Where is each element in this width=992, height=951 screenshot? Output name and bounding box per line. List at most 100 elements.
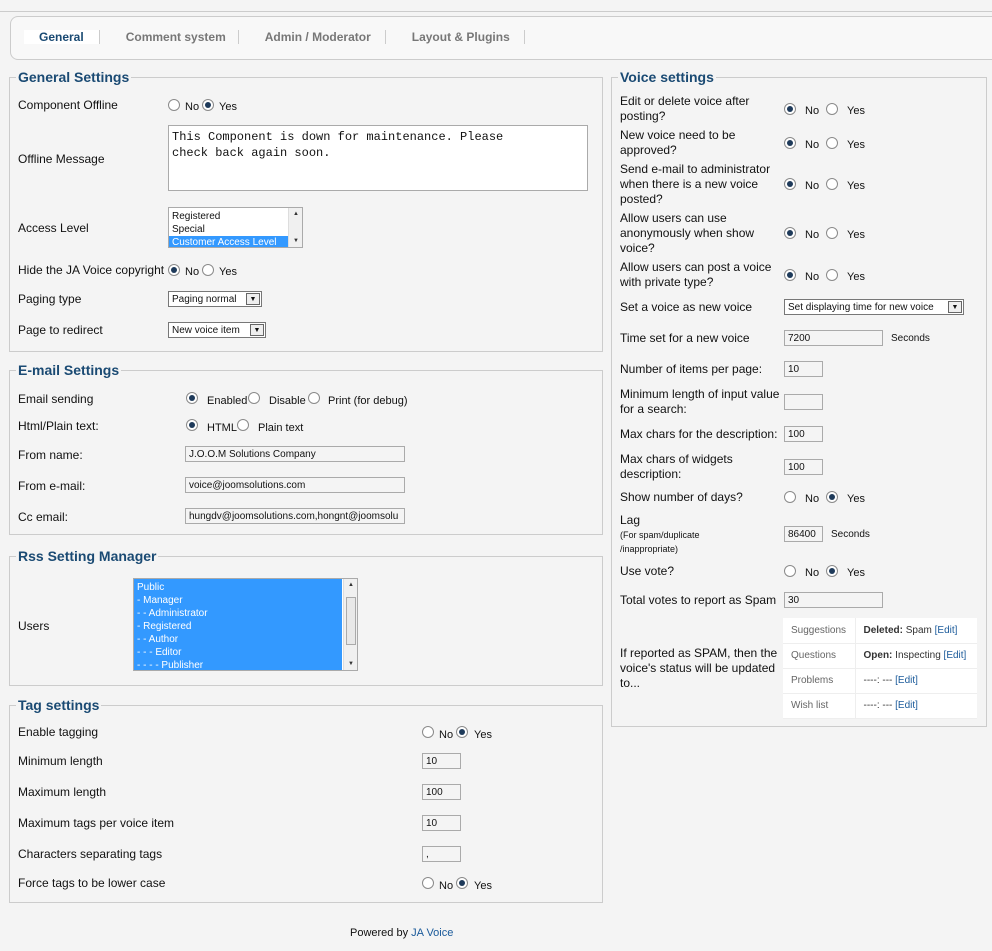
lower-case-yes-radio[interactable] xyxy=(456,877,468,889)
hide-copyright-yes-radio[interactable] xyxy=(202,264,214,276)
rss-user-option[interactable]: - Manager xyxy=(134,594,342,607)
spam-detail: Inspecting xyxy=(895,650,941,661)
edit-link[interactable]: [Edit] xyxy=(895,700,918,711)
rss-user-option[interactable]: - - Author xyxy=(134,633,342,646)
table-row: Questions Open: Inspecting [Edit] xyxy=(783,643,977,669)
offline-message-textarea[interactable]: This Component is down for maintenance. … xyxy=(168,125,588,191)
hide-copyright-no-label: No xyxy=(185,266,200,278)
access-level-option[interactable]: Registered xyxy=(169,210,302,223)
edit-link[interactable]: [Edit] xyxy=(935,625,958,636)
edit-delete-yes-radio[interactable] xyxy=(826,103,838,115)
tab-bar: General Comment system Admin / Moderator… xyxy=(10,16,992,60)
format-html-radio[interactable] xyxy=(186,419,198,431)
lag-input[interactable]: 86400 xyxy=(784,526,823,542)
footer: Powered by JA Voice xyxy=(350,927,453,939)
hide-copyright-yes-label: Yes xyxy=(219,266,237,278)
format-html-label: HTML xyxy=(207,422,237,434)
scroll-thumb[interactable] xyxy=(346,597,356,645)
access-level-option[interactable]: Special xyxy=(169,223,302,236)
tag-settings-legend: Tag settings xyxy=(16,697,102,713)
max-widget-desc-input[interactable]: 100 xyxy=(784,459,823,475)
tag-settings-panel: Tag settings xyxy=(9,697,603,903)
rss-user-option[interactable]: - - Administrator xyxy=(134,607,342,620)
show-days-yes-label: Yes xyxy=(847,493,865,505)
show-days-no-radio[interactable] xyxy=(784,491,796,503)
rss-user-option[interactable]: Public xyxy=(134,581,342,594)
edit-link[interactable]: [Edit] xyxy=(944,650,967,661)
use-vote-yes-radio[interactable] xyxy=(826,565,838,577)
general-settings-legend: General Settings xyxy=(16,69,132,85)
max-length-input[interactable]: 100 xyxy=(422,784,461,800)
rss-user-option[interactable]: - Registered xyxy=(134,620,342,633)
rss-user-option[interactable]: - - - Editor xyxy=(134,646,342,659)
tab-admin-moderator[interactable]: Admin / Moderator xyxy=(239,30,386,44)
cc-email-input[interactable]: hungdv@joomsolutions.com,hongnt@joomsolu xyxy=(185,508,405,524)
edit-delete-no-radio[interactable] xyxy=(784,103,796,115)
spam-status-cell: ----: --- [Edit] xyxy=(855,693,977,719)
min-length-input[interactable]: 10 xyxy=(422,753,461,769)
email-sending-disable-radio[interactable] xyxy=(248,392,260,404)
set-new-voice-value: Set displaying time for new voice xyxy=(788,302,934,313)
from-email-input[interactable]: voice@joomsolutions.com xyxy=(185,477,405,493)
access-level-option-selected[interactable]: Customer Access Level xyxy=(169,236,288,247)
access-level-listbox[interactable]: Registered Special Customer Access Level… xyxy=(168,207,303,248)
scroll-down-icon[interactable]: ▼ xyxy=(289,235,302,247)
max-tags-label: Maximum tags per voice item xyxy=(18,816,175,830)
max-desc-input[interactable]: 100 xyxy=(784,426,823,442)
component-offline-no-radio[interactable] xyxy=(168,99,180,111)
max-tags-input[interactable]: 10 xyxy=(422,815,461,831)
tab-layout-plugins[interactable]: Layout & Plugins xyxy=(386,30,525,44)
email-admin-yes-label: Yes xyxy=(847,180,865,192)
enable-tagging-no-radio[interactable] xyxy=(422,726,434,738)
tag-separator-input[interactable]: , xyxy=(422,846,461,862)
format-plain-radio[interactable] xyxy=(237,419,249,431)
spam-category: Problems xyxy=(783,668,856,694)
min-length-label: Minimum length xyxy=(18,754,103,768)
items-per-page-input[interactable]: 10 xyxy=(784,361,823,377)
private-yes-radio[interactable] xyxy=(826,269,838,281)
scroll-up-icon[interactable]: ▲ xyxy=(289,208,302,220)
anonymous-no-radio[interactable] xyxy=(784,227,796,239)
page-redirect-select[interactable]: New voice item ▼ xyxy=(168,322,266,338)
footer-link[interactable]: JA Voice xyxy=(411,927,453,939)
tab-general[interactable]: General xyxy=(24,30,100,44)
scroll-down-icon[interactable]: ▼ xyxy=(344,658,357,670)
email-admin-no-label: No xyxy=(805,180,820,192)
email-admin-no-radio[interactable] xyxy=(784,178,796,190)
max-desc-label: Max chars for the description: xyxy=(620,427,778,441)
show-days-no-label: No xyxy=(805,493,820,505)
need-approve-no-radio[interactable] xyxy=(784,137,796,149)
time-new-input[interactable]: 7200 xyxy=(784,330,883,346)
votes-spam-input[interactable]: 30 xyxy=(784,592,883,608)
private-no-radio[interactable] xyxy=(784,269,796,281)
component-offline-label: Component Offline xyxy=(18,98,118,112)
access-level-scrollbar[interactable]: ▲ ▼ xyxy=(288,208,302,247)
email-sending-enabled-radio[interactable] xyxy=(186,392,198,404)
spam-detail: ----: --- xyxy=(863,700,893,711)
rss-users-listbox[interactable]: Public - Manager - - Administrator - Reg… xyxy=(133,578,358,671)
lower-case-no-radio[interactable] xyxy=(422,877,434,889)
paging-type-label: Paging type xyxy=(18,292,82,306)
rss-users-scrollbar[interactable]: ▲ ▼ xyxy=(343,579,357,670)
anonymous-no-label: No xyxy=(805,229,820,241)
scroll-up-icon[interactable]: ▲ xyxy=(344,579,357,591)
enable-tagging-label: Enable tagging xyxy=(18,725,99,739)
paging-type-select[interactable]: Paging normal ▼ xyxy=(168,291,262,307)
show-days-yes-radio[interactable] xyxy=(826,491,838,503)
edit-link[interactable]: [Edit] xyxy=(895,675,918,686)
hide-copyright-no-radio[interactable] xyxy=(168,264,180,276)
enable-tagging-yes-radio[interactable] xyxy=(456,726,468,738)
anonymous-yes-radio[interactable] xyxy=(826,227,838,239)
need-approve-yes-radio[interactable] xyxy=(826,137,838,149)
component-offline-yes-radio[interactable] xyxy=(202,99,214,111)
tab-comment-system[interactable]: Comment system xyxy=(100,30,239,44)
rss-user-option[interactable]: - - - - Publisher xyxy=(134,659,342,670)
min-search-input[interactable] xyxy=(784,394,823,410)
voice-settings-legend: Voice settings xyxy=(618,69,716,85)
email-admin-yes-radio[interactable] xyxy=(826,178,838,190)
set-new-voice-select[interactable]: Set displaying time for new voice ▼ xyxy=(784,299,964,315)
email-sending-label: Email sending xyxy=(18,392,94,406)
from-name-input[interactable]: J.O.O.M Solutions Company xyxy=(185,446,405,462)
use-vote-no-radio[interactable] xyxy=(784,565,796,577)
email-sending-print-radio[interactable] xyxy=(308,392,320,404)
